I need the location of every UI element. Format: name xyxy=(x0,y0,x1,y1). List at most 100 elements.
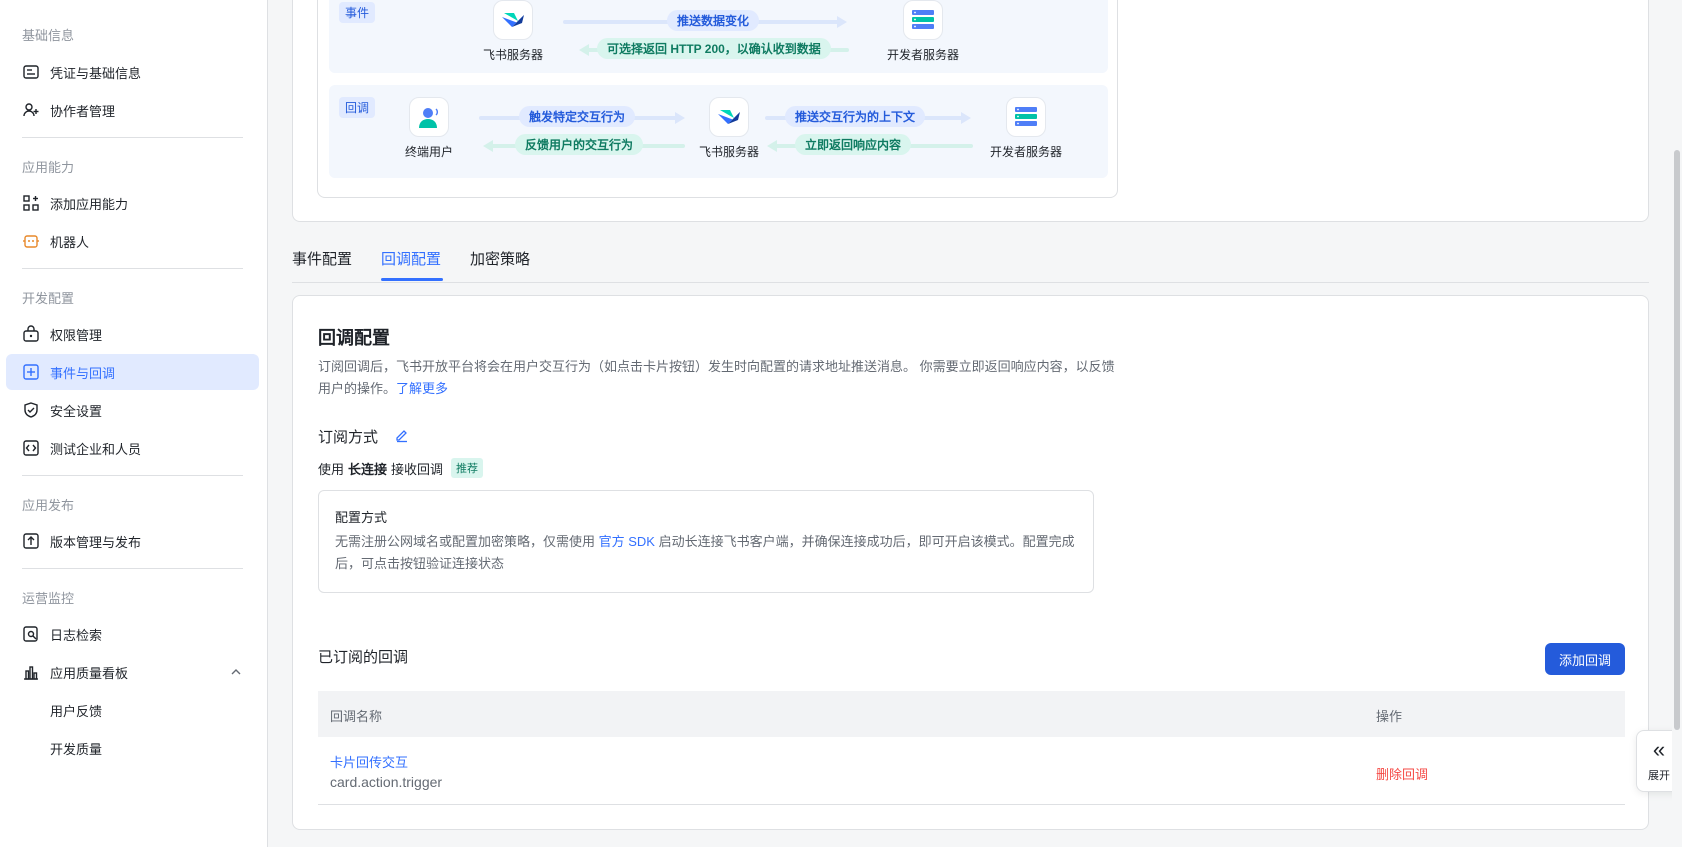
callbacks-table: 回调名称 操作 卡片回传交互 card.action.trigger 删除回调 xyxy=(318,691,1625,805)
sidebar-item-label: 测试企业和人员 xyxy=(50,441,142,457)
event-icon xyxy=(23,364,39,380)
sidebar: 基础信息 凭证与基础信息 协作者管理 应用能力 添加应用能力 机器人 开发配置 … xyxy=(0,0,268,847)
event-tag: 事件 xyxy=(339,2,376,23)
table-header: 回调名称 操作 xyxy=(318,691,1625,737)
feedback-action-pill: 反馈用户的交互行为 xyxy=(515,134,644,155)
sidebar-item-label: 日志检索 xyxy=(50,627,103,643)
code-icon xyxy=(23,440,39,456)
sidebar-item-label: 添加应用能力 xyxy=(50,196,129,212)
sidebar-item-security[interactable]: 安全设置 xyxy=(6,392,259,428)
subscription-method-title: 订阅方式 xyxy=(318,429,379,446)
sidebar-item-label: 机器人 xyxy=(50,234,90,250)
sidebar-item-events[interactable]: 事件与回调 xyxy=(6,354,259,390)
sidebar-divider xyxy=(22,568,243,569)
return-response-pill: 立即返回响应内容 xyxy=(795,134,912,155)
scrollbar[interactable] xyxy=(1672,0,1682,847)
edit-icon[interactable] xyxy=(394,427,410,443)
add-callback-button[interactable]: 添加回调 xyxy=(1545,643,1625,675)
sidebar-item-quality[interactable]: 应用质量看板 xyxy=(6,654,259,690)
user-icon xyxy=(409,97,449,137)
recommended-badge: 推荐 xyxy=(451,458,484,478)
callback-description: 订阅回调后，飞书开放平台将会在用户交互行为（如点击卡片按钮）发生时向配置的请求地… xyxy=(318,356,1118,400)
node-dev-server: 开发者服务器 xyxy=(863,0,983,63)
flow-card: 事件 飞书服务器 推送数据变化 可选择返回 HTTP 200，以确认收到数据 开… xyxy=(292,0,1649,222)
subscribed-callbacks-title: 已订阅的回调 xyxy=(318,649,409,666)
scrollbar-thumb[interactable] xyxy=(1674,150,1680,730)
sidebar-item-label: 版本管理与发布 xyxy=(50,534,142,550)
trigger-action-pill: 触发特定交互行为 xyxy=(519,106,636,127)
sidebar-divider xyxy=(22,268,243,269)
sidebar-item-label: 用户反馈 xyxy=(50,703,103,719)
sidebar-item-credentials[interactable]: 凭证与基础信息 xyxy=(6,54,259,90)
sidebar-item-label: 应用质量看板 xyxy=(50,665,129,681)
sidebar-item-feedback[interactable]: 用户反馈 xyxy=(6,692,259,728)
delete-callback-button[interactable]: 删除回调 xyxy=(1376,764,1428,783)
server-icon xyxy=(1006,97,1046,137)
server-icon xyxy=(903,0,943,40)
chevron-up-icon[interactable] xyxy=(229,665,243,679)
sidebar-item-dev-quality[interactable]: 开发质量 xyxy=(6,730,259,766)
bar-chart-icon xyxy=(24,666,38,680)
node-feishu-server: 飞书服务器 xyxy=(453,0,573,63)
sidebar-item-label: 安全设置 xyxy=(50,403,103,419)
callback-name-link[interactable]: 卡片回传交互 xyxy=(330,752,408,771)
use-suffix: 接收回调 xyxy=(391,461,444,477)
col-header-name: 回调名称 xyxy=(330,709,383,724)
feishu-logo-icon xyxy=(709,97,749,137)
group-title-dev: 开发配置 xyxy=(22,291,75,306)
official-sdk-link[interactable]: 官方 SDK xyxy=(599,534,655,549)
tab-encryption[interactable]: 加密策略 xyxy=(470,248,530,269)
use-prefix: 使用 xyxy=(318,461,345,477)
node-label: 飞书服务器 xyxy=(482,48,543,62)
group-title-ops: 运营监控 xyxy=(22,591,75,606)
node-end-user: 终端用户 xyxy=(369,97,489,160)
add-user-icon xyxy=(23,103,39,117)
group-title-release: 应用发布 xyxy=(22,498,75,513)
sidebar-divider xyxy=(22,475,243,476)
id-card-icon xyxy=(23,65,39,79)
upload-icon xyxy=(23,533,39,549)
robot-icon xyxy=(23,235,39,248)
callback-config-card: 回调配置 订阅回调后，飞书开放平台将会在用户交互行为（如点击卡片按钮）发生时向配… xyxy=(292,295,1649,830)
table-row: 卡片回传交互 card.action.trigger 删除回调 xyxy=(318,737,1625,805)
subscription-method-value: 使用 长连接 接收回调 推荐 xyxy=(318,458,484,478)
callback-key: card.action.trigger xyxy=(330,774,443,790)
sidebar-item-bot[interactable]: 机器人 xyxy=(6,223,259,259)
learn-more-link[interactable]: 了解更多 xyxy=(396,381,448,396)
sidebar-item-versions[interactable]: 版本管理与发布 xyxy=(6,523,259,559)
config-tabs: 事件配置 回调配置 加密策略 xyxy=(292,240,1649,283)
node-label: 开发者服务器 xyxy=(886,48,959,62)
flow-row-event: 事件 飞书服务器 推送数据变化 可选择返回 HTTP 200，以确认收到数据 开… xyxy=(329,0,1108,73)
page-title: 回调配置 xyxy=(318,328,390,348)
flow-diagram: 事件 飞书服务器 推送数据变化 可选择返回 HTTP 200，以确认收到数据 开… xyxy=(317,0,1118,198)
sidebar-divider xyxy=(22,137,243,138)
sidebar-item-collaborators[interactable]: 协作者管理 xyxy=(6,92,259,128)
sidebar-item-add-ability[interactable]: 添加应用能力 xyxy=(6,185,259,221)
sidebar-item-label: 开发质量 xyxy=(50,741,103,757)
sidebar-item-logs[interactable]: 日志检索 xyxy=(6,616,259,652)
lock-box-icon xyxy=(23,325,39,342)
optional-return-pill: 可选择返回 HTTP 200，以确认收到数据 xyxy=(597,38,831,59)
sidebar-item-permissions[interactable]: 权限管理 xyxy=(6,316,259,352)
sidebar-item-label: 权限管理 xyxy=(50,327,103,343)
config-method-title: 配置方式 xyxy=(335,510,388,525)
tab-event-config[interactable]: 事件配置 xyxy=(292,248,352,269)
sidebar-item-label: 协作者管理 xyxy=(50,103,116,119)
tab-callback-config[interactable]: 回调配置 xyxy=(381,248,441,269)
node-label: 终端用户 xyxy=(404,145,453,159)
node-dev-server: 开发者服务器 xyxy=(966,97,1086,160)
node-label: 开发者服务器 xyxy=(989,145,1062,159)
push-context-pill: 推送交互行为的上下文 xyxy=(785,106,926,127)
feishu-logo-icon xyxy=(493,0,533,40)
use-mode: 长连接 xyxy=(348,461,388,477)
group-title-ability: 应用能力 xyxy=(22,160,75,175)
log-search-icon xyxy=(23,626,38,642)
config-method-desc: 无需注册公网域名或配置加密策略，仅需使用 官方 SDK 启动长连接飞书客户端，并… xyxy=(335,531,1085,575)
config-method-box: 配置方式 无需注册公网域名或配置加密策略，仅需使用 官方 SDK 启动长连接飞书… xyxy=(318,490,1094,593)
sidebar-item-label: 凭证与基础信息 xyxy=(50,65,142,81)
sidebar-item-test-tenant[interactable]: 测试企业和人员 xyxy=(6,430,259,466)
config-desc-part1: 无需注册公网域名或配置加密策略，仅需使用 xyxy=(335,534,596,549)
group-title-basic: 基础信息 xyxy=(22,28,75,43)
shield-icon xyxy=(24,402,38,418)
tab-active-indicator xyxy=(381,278,443,281)
